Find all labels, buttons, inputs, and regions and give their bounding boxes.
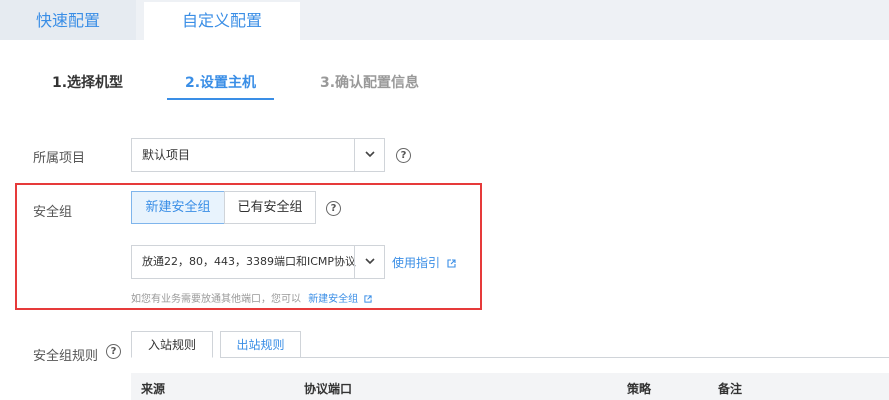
usage-guide-link[interactable]: 使用指引	[392, 254, 456, 271]
project-label: 所属项目	[33, 151, 86, 166]
rules-help-icon[interactable]: ?	[106, 344, 121, 359]
tab-outbound-rules[interactable]: 出站规则	[220, 331, 301, 358]
hint-new-security-group-link[interactable]: 新建安全组	[308, 294, 372, 305]
usage-guide-link-text: 使用指引	[392, 256, 441, 270]
rules-table-header: 来源 协议端口 策略 备注	[131, 373, 889, 400]
step-select-model[interactable]: 1.选择机型	[52, 72, 123, 92]
security-group-hint: 如您有业务需要放通其他端口，您可以 新建安全组	[131, 290, 372, 305]
security-group-select-value: 放通22，80，443，3389端口和ICMP协议	[142, 255, 357, 268]
hint-text: 如您有业务需要放通其他端口，您可以	[131, 294, 301, 305]
column-remarks: 备注	[718, 382, 743, 396]
tab-quick-config[interactable]: 快速配置	[0, 0, 136, 40]
active-step-indicator	[167, 98, 274, 100]
column-policy: 策略	[627, 382, 652, 396]
tab-inbound-rules[interactable]: 入站规则	[131, 331, 213, 358]
project-select-value: 默认项目	[142, 148, 191, 162]
chevron-down-icon[interactable]	[354, 246, 384, 278]
external-link-icon	[447, 259, 456, 268]
project-help-icon[interactable]: ?	[396, 148, 411, 163]
step-confirm-config[interactable]: 3.确认配置信息	[320, 72, 419, 92]
security-group-help-icon[interactable]: ?	[326, 201, 341, 216]
config-mode-tabs: 快速配置 自定义配置	[0, 0, 889, 40]
column-protocol-port: 协议端口	[304, 382, 353, 396]
hint-link-text: 新建安全组	[308, 294, 359, 305]
column-source: 来源	[141, 382, 166, 396]
tab-custom-config[interactable]: 自定义配置	[144, 2, 300, 40]
step-configure-host[interactable]: 2.设置主机	[185, 72, 256, 92]
chevron-down-icon[interactable]	[354, 139, 384, 171]
project-select[interactable]: 默认项目	[131, 138, 385, 172]
rule-tabs-divider	[301, 357, 889, 358]
security-group-rules-label: 安全组规则	[33, 349, 99, 364]
external-link-icon	[364, 295, 372, 303]
existing-security-group-button[interactable]: 已有安全组	[224, 191, 316, 224]
page: 快速配置 自定义配置 1.选择机型 2.设置主机 3.确认配置信息 所属项目 默…	[0, 0, 889, 400]
security-group-label: 安全组	[33, 205, 73, 220]
new-security-group-button[interactable]: 新建安全组	[131, 191, 225, 224]
security-group-select[interactable]: 放通22，80，443，3389端口和ICMP协议	[131, 245, 385, 279]
